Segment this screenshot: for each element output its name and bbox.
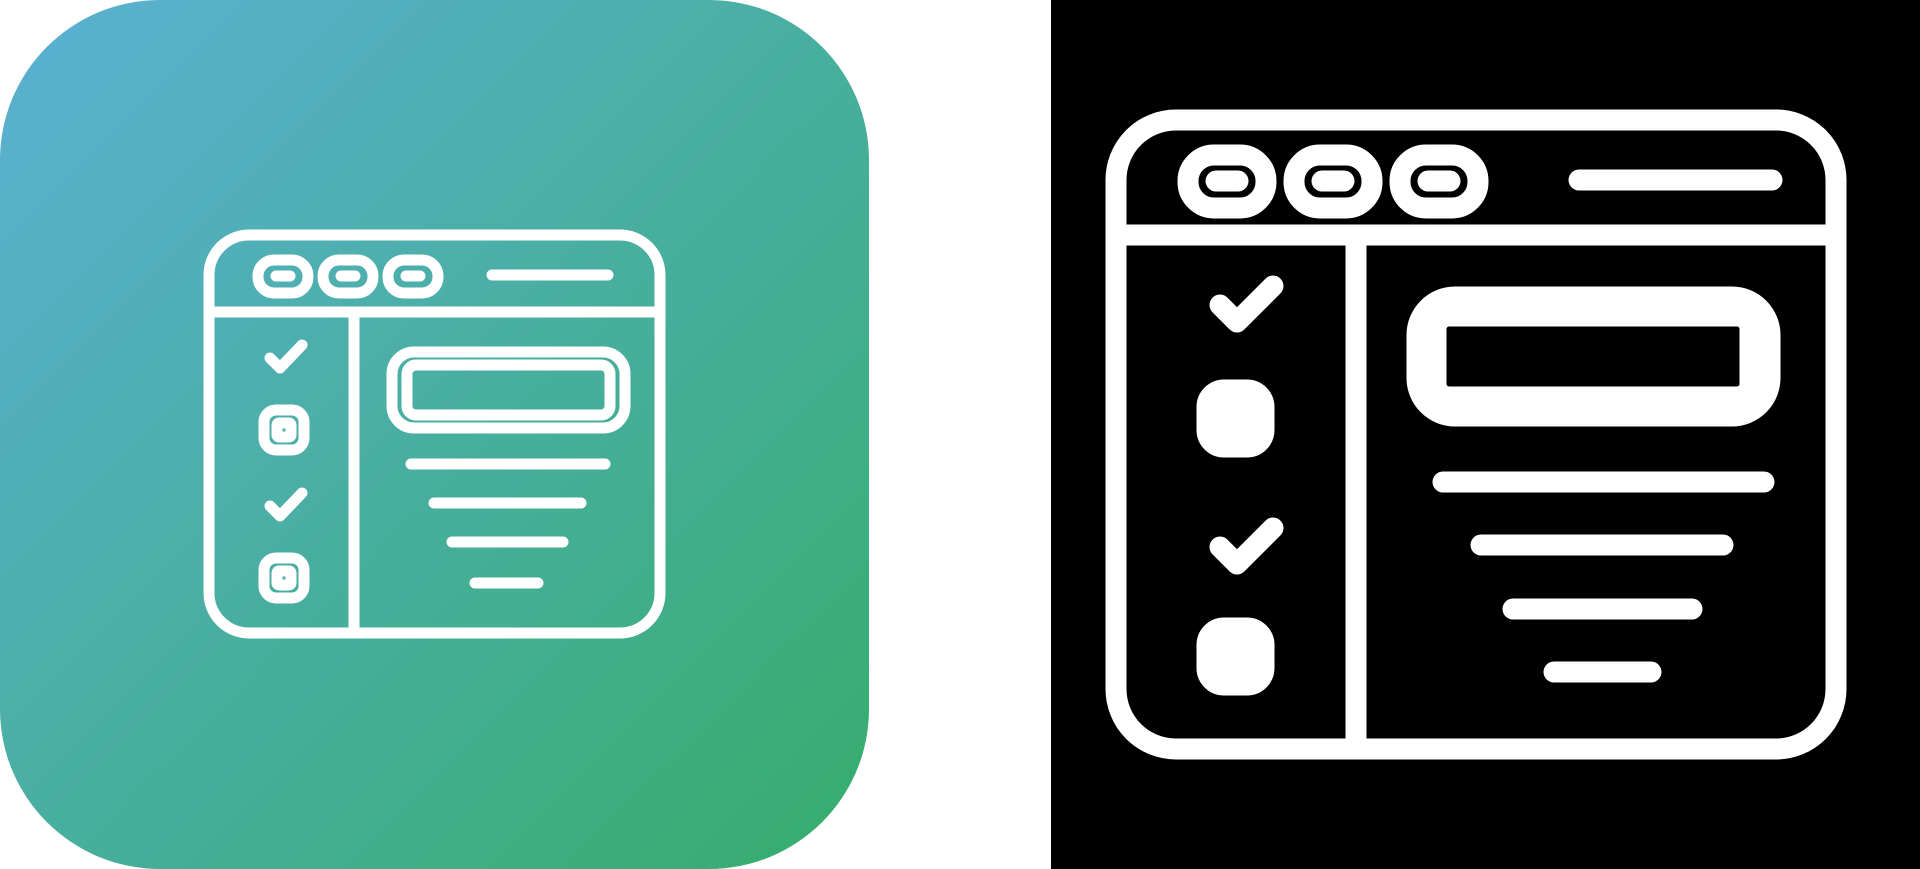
browser-checklist-icon (1051, 0, 1920, 869)
dark-tile (1051, 0, 1920, 869)
icon-comparison (0, 0, 1920, 869)
browser-checklist-icon (0, 0, 869, 869)
gradient-tile (0, 0, 869, 869)
gradient-background (0, 0, 869, 869)
